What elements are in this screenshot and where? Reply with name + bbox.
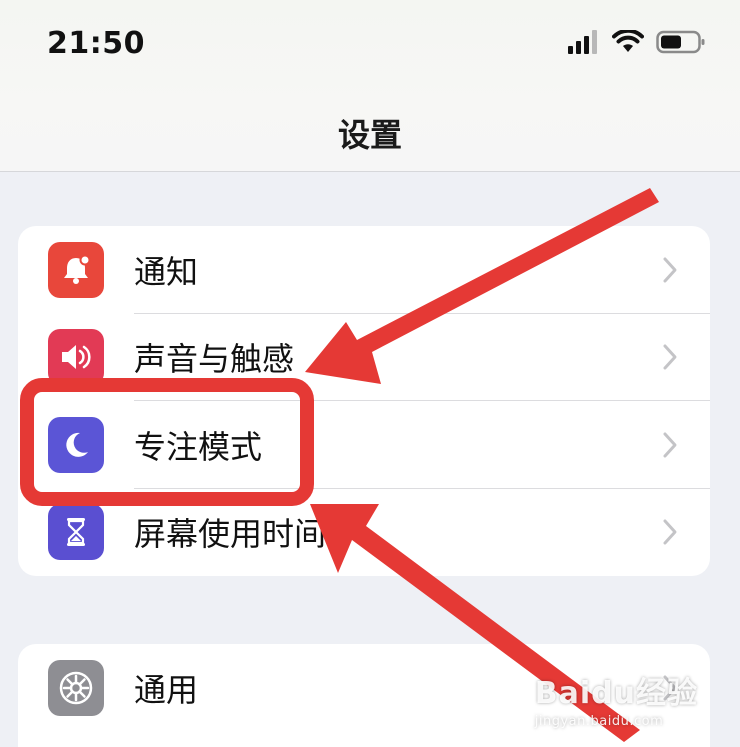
hourglass-icon bbox=[48, 504, 104, 561]
bell-icon bbox=[48, 241, 104, 298]
cellular-signal-icon bbox=[568, 30, 597, 54]
wifi-icon bbox=[612, 30, 644, 52]
settings-row-label: 通用 bbox=[134, 670, 199, 709]
moon-icon bbox=[48, 416, 104, 473]
settings-row-label: 屏幕使用时间 bbox=[134, 515, 327, 554]
speaker-icon bbox=[48, 329, 104, 386]
page-title: 设置 bbox=[337, 116, 402, 154]
settings-group-2: 通用 bbox=[18, 644, 710, 747]
battery-icon bbox=[656, 30, 705, 54]
chevron-right-icon bbox=[663, 257, 677, 283]
settings-row-label: 通知 bbox=[134, 252, 199, 291]
settings-row-general[interactable]: 通用 bbox=[18, 644, 710, 732]
chevron-right-icon bbox=[663, 344, 677, 370]
chevron-right-icon bbox=[663, 675, 677, 701]
status-time: 21:50 bbox=[47, 26, 145, 61]
settings-row-screen-time[interactable]: 屏幕使用时间 bbox=[18, 489, 710, 577]
top-bar: 21:50 设置 bbox=[0, 0, 740, 172]
settings-row-label: 专注模式 bbox=[134, 427, 263, 466]
chevron-right-icon bbox=[663, 519, 677, 545]
gear-icon bbox=[48, 659, 104, 716]
settings-row-sounds-haptics[interactable]: 声音与触感 bbox=[18, 314, 710, 401]
settings-row-focus[interactable]: 专注模式 bbox=[18, 401, 710, 489]
status-icons bbox=[568, 30, 706, 54]
chevron-right-icon bbox=[663, 432, 677, 458]
settings-group-1: 通知 声音与触感 专注模式 屏幕使用时间 bbox=[18, 226, 710, 576]
settings-row-notifications[interactable]: 通知 bbox=[18, 226, 710, 314]
settings-screen: 21:50 设置 通知 声音与触感 专注模式 屏幕使用时间 通用 Baidu经验… bbox=[0, 0, 740, 747]
settings-row-label: 声音与触感 bbox=[134, 340, 295, 379]
